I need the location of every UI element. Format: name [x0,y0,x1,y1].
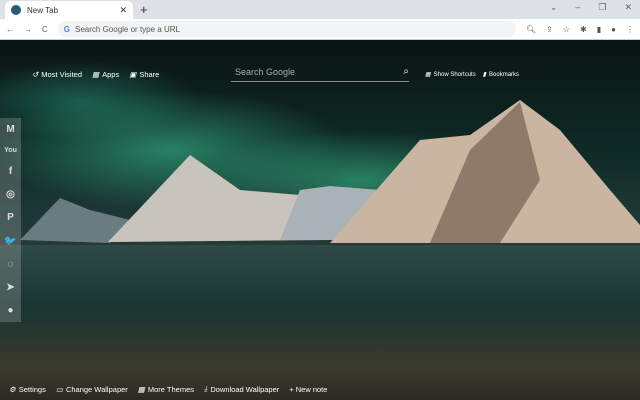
apps-grid-icon: ▦ [92,70,100,79]
back-icon[interactable]: ← [6,25,14,34]
extensions-icon[interactable]: ✱ [580,25,587,34]
apps-button[interactable]: ▦ Apps [92,70,119,79]
gmail-icon[interactable]: M [6,124,14,135]
more-themes-button[interactable]: ▦ More Themes [138,384,194,394]
change-wallpaper-button[interactable]: ▭ Change Wallpaper [56,384,128,394]
address-placeholder: Search Google or type a URL [75,24,180,34]
search-input[interactable]: Search Google ⌕ [231,62,409,82]
share-icon: ▣ [129,70,137,79]
telegram-icon[interactable]: ➤ [6,282,14,293]
address-bar[interactable]: G Search Google or type a URL [57,21,517,37]
tab-search-icon[interactable]: ⌄ [550,2,558,13]
share-icon[interactable]: ⇪ [546,25,553,34]
gear-icon: ⚙ [9,384,16,394]
reddit-icon[interactable]: ● [7,305,13,316]
most-visited-button[interactable]: ↺ Most Visited [32,70,82,79]
share-button[interactable]: ▣ Share [129,70,159,79]
browser-toolbar: ← → C G Search Google or type a URL 🔍︎ ⇪… [0,19,640,40]
google-icon: G [63,24,71,34]
image-icon: ▭ [55,384,63,394]
search-icon[interactable]: ⌕ [403,66,409,77]
history-icon: ↺ [32,70,39,79]
restore-button[interactable]: ❐ [598,2,606,13]
youtube-icon[interactable]: You [4,147,17,154]
zoom-icon[interactable]: 🔍︎ [526,25,536,34]
close-window-button[interactable]: ✕ [624,2,632,13]
tab-favicon-icon [11,5,21,15]
new-tab-page: ↺ Most Visited ▦ Apps ▣ Share Search Google… [0,40,640,400]
bookmarks-button[interactable]: ▮ Bookmarks [482,71,519,79]
facebook-icon[interactable]: f [9,166,12,177]
themes-grid-icon: ▦ [137,384,145,394]
forward-icon[interactable]: → [24,25,32,34]
social-sidebar: M You f ◎ P 🐦 ◌ ➤ ● [0,118,21,322]
tab-new-tab[interactable]: New Tab ✕ [5,1,133,19]
close-tab-icon[interactable]: ✕ [119,5,127,16]
side-panel-icon[interactable]: ▮ [597,25,601,34]
tab-title: New Tab [27,5,58,15]
whatsapp-icon[interactable]: ◌ [8,259,14,270]
download-wallpaper-button[interactable]: ⤓ Download Wallpaper [204,384,279,394]
reload-icon[interactable]: C [42,25,48,34]
new-note-button[interactable]: + New note [289,384,327,394]
search-placeholder: Search Google [235,66,296,77]
twitter-icon[interactable]: 🐦 [4,236,16,247]
new-tab-button[interactable]: + [140,2,148,17]
settings-button[interactable]: ⚙ Settings [9,384,46,394]
profile-icon[interactable]: ● [611,25,616,34]
grid-icon: ▦ [425,72,431,78]
download-icon: ⤓ [204,384,208,393]
wallpaper-water [0,245,640,400]
minimize-button[interactable]: – [575,2,580,13]
instagram-icon[interactable]: ◎ [6,189,15,200]
tab-strip: New Tab ✕ + ⌄ – ❐ ✕ [0,0,640,19]
bookmark-icon: ▮ [482,72,487,78]
show-shortcuts-button[interactable]: ▦ Show Shortcuts [425,71,476,79]
menu-icon[interactable]: ⋮ [626,25,634,34]
pinterest-icon[interactable]: P [7,212,14,223]
star-icon[interactable]: ☆ [563,25,570,34]
